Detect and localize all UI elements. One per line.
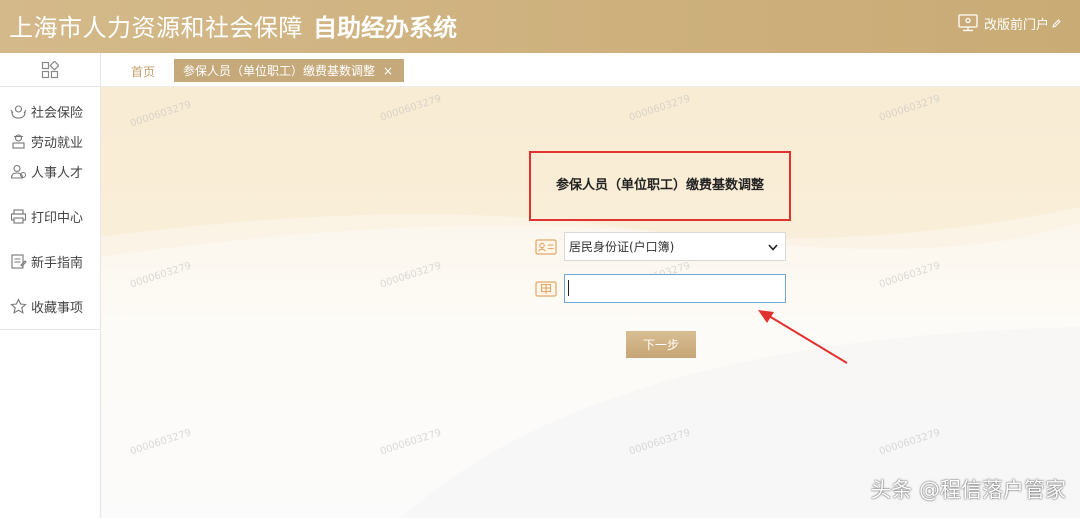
id-type-selected-value: 居民身份证(户口簿) xyxy=(569,240,675,254)
id-type-select[interactable]: 居民身份证(户口簿) xyxy=(564,232,786,261)
tab-bar: 首页 参保人员（单位职工）缴费基数调整 × xyxy=(101,53,1080,87)
talent-icon xyxy=(10,164,26,179)
social-insurance-icon xyxy=(10,105,27,119)
main-content: 0000603279 0000603279 0000603279 0000603… xyxy=(101,87,1080,518)
grid-menu-icon xyxy=(41,60,59,78)
tab-contribution-base-adjustment[interactable]: 参保人员（单位职工）缴费基数调整 × xyxy=(174,59,404,82)
sidebar-item-label: 社会保险 xyxy=(31,106,84,121)
star-icon xyxy=(10,298,27,314)
form-title: 参保人员（单位职工）缴费基数调整 xyxy=(555,178,764,193)
id-number-input[interactable] xyxy=(564,274,786,303)
sidebar: 社会保险 劳动就业 人事人才 打印中心 新手指南 收藏事项 xyxy=(0,53,101,518)
chevron-down-icon xyxy=(768,244,778,251)
sidebar-item-label: 新手指南 xyxy=(31,256,84,271)
printer-icon xyxy=(10,209,27,224)
sidebar-divider xyxy=(0,329,100,330)
text-caret xyxy=(568,280,569,296)
system-title-sub: 自助经办系统 xyxy=(313,14,457,42)
id-number-icon xyxy=(535,281,557,297)
id-card-icon xyxy=(535,239,557,255)
old-portal-label: 改版前门户 xyxy=(983,17,1049,33)
system-title-main: 上海市人力资源和社会保障 xyxy=(9,14,303,42)
tab-active-label: 参保人员（单位职工）缴费基数调整 xyxy=(183,64,376,78)
employment-icon xyxy=(12,134,25,149)
form-title-highlight: 参保人员（单位职工）缴费基数调整 xyxy=(529,151,791,221)
close-icon[interactable]: × xyxy=(383,64,393,78)
sidebar-menu-toggle[interactable] xyxy=(0,53,100,87)
sidebar-item-label: 人事人才 xyxy=(31,166,84,181)
monitor-icon xyxy=(958,14,978,32)
sidebar-item-social-insurance[interactable]: 社会保险 xyxy=(10,102,83,121)
credit-watermark: 头条 @程信落户管家 xyxy=(870,478,1066,502)
sidebar-item-guide[interactable]: 新手指南 xyxy=(10,252,83,271)
sidebar-item-label: 打印中心 xyxy=(31,211,84,226)
sidebar-item-employment[interactable]: 劳动就业 xyxy=(10,132,83,151)
old-portal-link[interactable]: 改版前门户 xyxy=(958,12,1062,34)
sidebar-item-label: 劳动就业 xyxy=(31,136,84,151)
top-header: 上海市人力资源和社会保障 自助经办系统 改版前门户 xyxy=(0,0,1080,53)
guide-icon xyxy=(11,254,27,269)
sidebar-item-label: 收藏事项 xyxy=(31,301,84,316)
next-step-button[interactable]: 下一步 xyxy=(626,331,696,358)
sidebar-item-talent[interactable]: 人事人才 xyxy=(10,162,83,181)
sidebar-item-favorites[interactable]: 收藏事项 xyxy=(10,297,83,316)
system-title: 上海市人力资源和社会保障 自助经办系统 xyxy=(9,8,457,42)
sidebar-item-print-center[interactable]: 打印中心 xyxy=(10,207,83,226)
tab-home[interactable]: 首页 xyxy=(131,63,155,80)
pen-icon xyxy=(1052,18,1061,28)
